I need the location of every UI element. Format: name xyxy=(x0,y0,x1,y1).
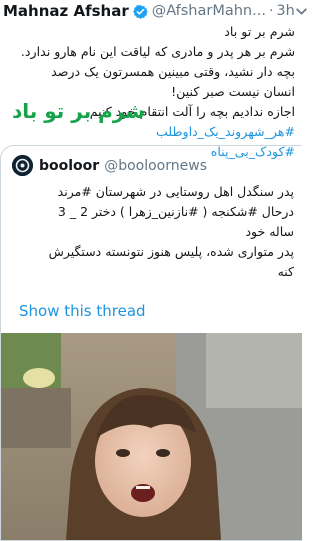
hashtag-link[interactable]: #هر_شهروند_یک_داوطلب xyxy=(6,122,295,142)
quoted-media-image[interactable] xyxy=(1,333,302,540)
verified-badge-icon xyxy=(132,4,148,19)
quoted-author-name[interactable]: booloor xyxy=(39,158,99,174)
show-thread-link[interactable]: Show this thread xyxy=(19,302,146,320)
quoted-line: کنه xyxy=(277,264,294,279)
tweet-text: شرم بر تو باد شرم بر هر پدر و مادری که ل… xyxy=(6,22,295,162)
avatar[interactable] xyxy=(12,155,33,176)
quoted-line: ساله خود xyxy=(245,224,294,239)
quoted-line: پدر متواری شده، پلیس هنوز نتونسته دستگیر… xyxy=(48,244,294,259)
tweet-header: Mahnaz Afshar @AfsharMahn... · 3h xyxy=(3,0,307,22)
author-handle[interactable]: @AfsharMahn... xyxy=(152,3,266,19)
tweet-line: شرم بر هر پدر و مادری که لیاقت این نام ه… xyxy=(20,44,295,59)
quoted-line: درحال #شکنجه ( #نازنین_زهرا ) دختر 2 _ 3 xyxy=(57,204,294,219)
chevron-down-icon[interactable] xyxy=(295,5,308,18)
tweet-timestamp[interactable]: 3h xyxy=(276,3,294,19)
author-name[interactable]: Mahnaz Afshar xyxy=(3,2,129,20)
quoted-tweet-text: پدر سنگدل اهل روستایی در شهرستان #مرند د… xyxy=(13,182,294,282)
tweet-line: بچه دار نشید، وقتی مبینین همسرتون یک درص… xyxy=(51,64,295,79)
overlay-caption: شرم بر تو باد xyxy=(12,99,145,123)
quoted-tweet-card[interactable]: booloor @booloornews پدر سنگدل اهل روستا… xyxy=(0,145,302,541)
separator-dot: · xyxy=(268,3,274,19)
quoted-author-handle[interactable]: @booloornews xyxy=(104,158,207,174)
quoted-line: پدر سنگدل اهل روستایی در شهرستان #مرند xyxy=(57,184,294,199)
tweet-line: شرم بر تو باد xyxy=(224,24,295,39)
quoted-tweet-header: booloor @booloornews xyxy=(12,155,207,176)
